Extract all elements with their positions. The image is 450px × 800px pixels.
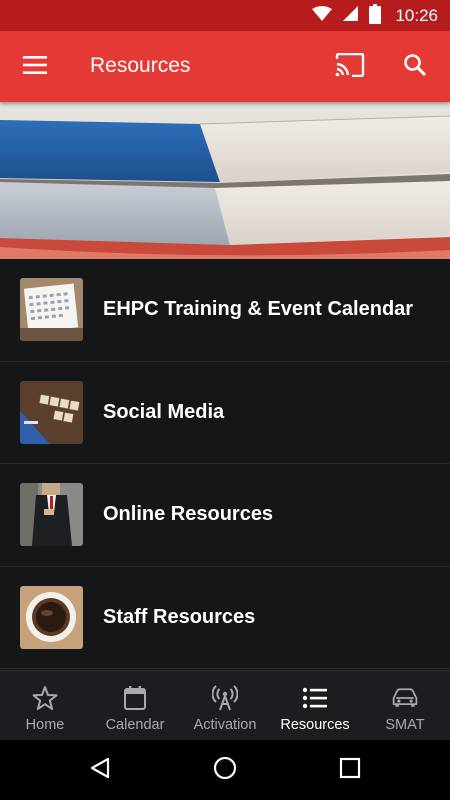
hero-image	[0, 102, 450, 259]
resource-list: EHPC Training & Event Calendar Social Me…	[0, 259, 450, 669]
nav-resources[interactable]: Resources	[270, 671, 360, 741]
page-title: Resources	[90, 54, 191, 77]
status-icons: 10:26	[312, 3, 438, 29]
list-item-staff-resources[interactable]: Staff Resources	[0, 567, 450, 669]
bottom-navigation: Home Calendar Activation Resources SMAT	[0, 670, 450, 740]
search-button[interactable]	[394, 47, 436, 87]
calendar-thumbnail	[20, 278, 83, 342]
list-item-social-media[interactable]: Social Media	[0, 362, 450, 464]
back-icon	[89, 757, 111, 784]
list-item-label: Social Media	[103, 400, 225, 423]
list-item-online-resources[interactable]: Online Resources	[0, 464, 450, 567]
cast-button[interactable]	[328, 47, 372, 87]
cast-icon	[335, 52, 365, 82]
recents-icon	[339, 757, 361, 784]
nav-label: Home	[25, 717, 65, 733]
star-icon	[31, 684, 59, 712]
list-item-label: Online Resources	[103, 503, 274, 526]
online-resources-thumbnail	[20, 483, 83, 547]
home-icon	[213, 756, 237, 785]
nav-label: Calendar	[105, 717, 165, 733]
nav-home[interactable]: Home	[0, 671, 90, 741]
recents-button[interactable]	[328, 750, 372, 790]
staff-resources-thumbnail	[20, 585, 83, 649]
status-time: 10:26	[395, 6, 438, 25]
signal-icon	[342, 5, 359, 27]
nav-label: Resources	[280, 717, 350, 733]
car-icon	[391, 684, 419, 712]
nav-label: Activation	[193, 717, 257, 733]
stacked-books-image	[0, 102, 450, 259]
home-button[interactable]	[203, 750, 247, 790]
list-item-calendar[interactable]: EHPC Training & Event Calendar	[0, 259, 450, 362]
nav-smat[interactable]: SMAT	[360, 671, 450, 741]
social-media-thumbnail	[20, 380, 83, 444]
calendar-icon	[121, 684, 149, 712]
list-icon	[301, 684, 329, 712]
status-bar: 10:26	[0, 0, 450, 31]
system-navigation-bar	[0, 740, 450, 800]
nav-calendar[interactable]: Calendar	[90, 671, 180, 741]
list-item-label: EHPC Training & Event Calendar	[103, 298, 414, 321]
list-item-label: Staff Resources	[103, 605, 256, 628]
wifi-icon	[312, 5, 333, 27]
hamburger-menu-icon	[23, 55, 47, 79]
search-icon	[403, 53, 427, 82]
nav-activation[interactable]: Activation	[180, 671, 270, 741]
broadcast-antenna-icon	[211, 684, 239, 712]
back-button[interactable]	[78, 750, 122, 790]
nav-label: SMAT	[385, 717, 425, 733]
battery-icon	[369, 3, 382, 29]
app-bar: Resources	[0, 31, 450, 102]
menu-button[interactable]	[14, 47, 56, 87]
